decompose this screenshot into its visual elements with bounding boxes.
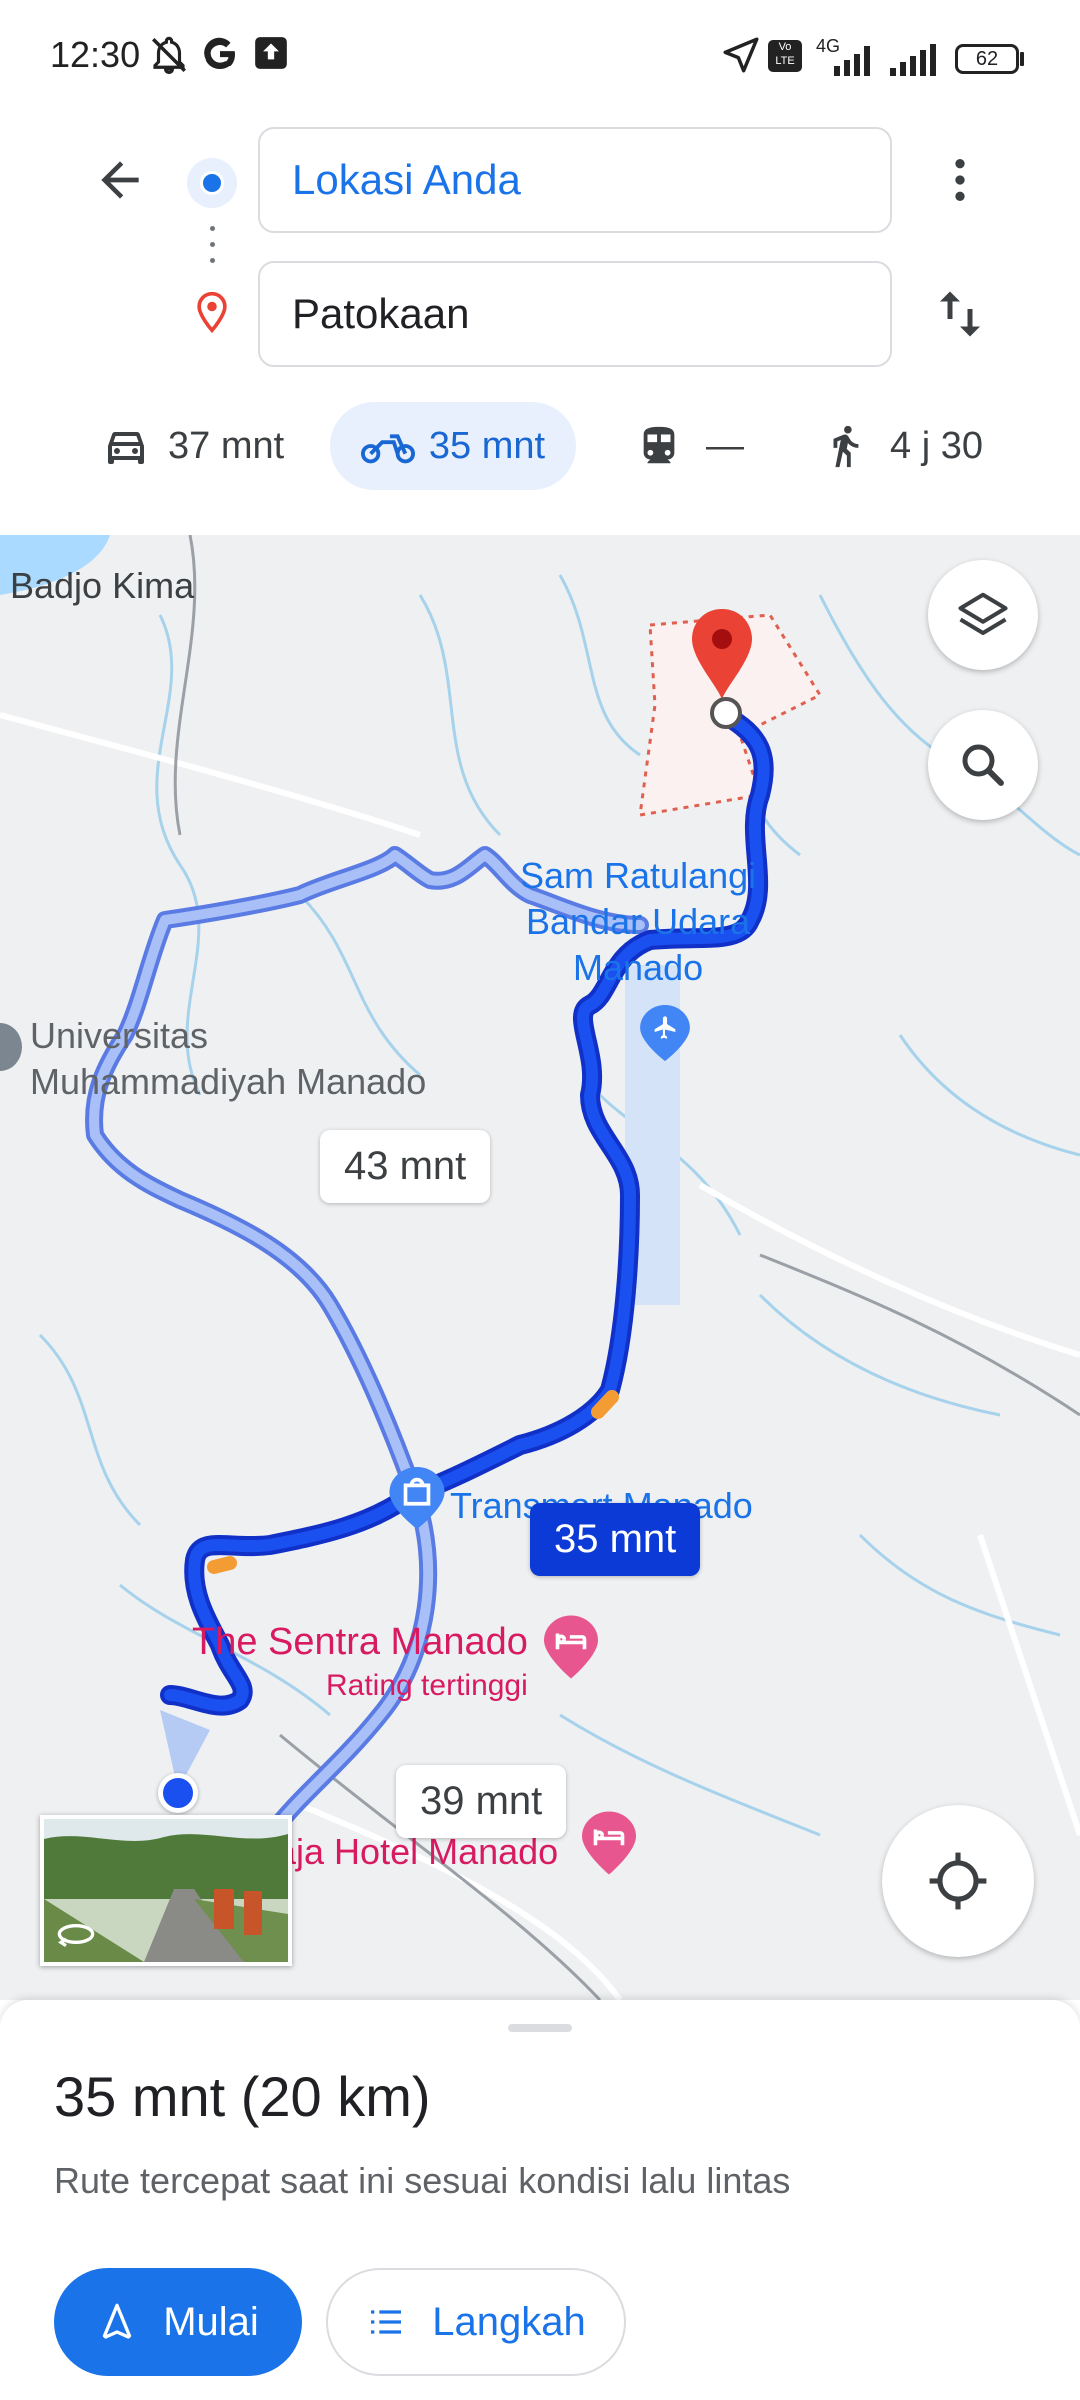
- route-time-alt1[interactable]: 43 mnt: [320, 1130, 491, 1203]
- label-badjo-kima: Badjo Kima: [10, 565, 195, 606]
- status-time: 12:30: [50, 34, 141, 75]
- list-icon: [371, 2310, 402, 2334]
- google-g-icon: [204, 37, 235, 70]
- drag-handle[interactable]: [508, 2024, 572, 2032]
- car-icon: [108, 432, 144, 464]
- label-sentra-sub: Rating tertinggi: [326, 1669, 528, 1702]
- shopping-icon[interactable]: [389, 1467, 445, 1529]
- route-note: Rute tercepat saat ini sesuai kondisi la…: [54, 2160, 791, 2201]
- motorcycle-icon: [360, 434, 415, 464]
- volte-badge: Vo LTE: [768, 40, 802, 72]
- navigation-icon: [103, 2303, 132, 2339]
- mode-motorcycle-time: 35 mnt: [428, 424, 546, 467]
- mode-transit[interactable]: —: [618, 402, 762, 490]
- layers-icon: [958, 592, 1008, 636]
- label-airport: Sam Ratulangi Bandar Udara Manado: [520, 855, 757, 988]
- layers-button[interactable]: [928, 560, 1038, 670]
- route-summary-sheet[interactable]: 35 mnt (20 km) Rute tercepat saat ini se…: [0, 2000, 1080, 2400]
- mode-walk-time: 4 j 30: [890, 424, 983, 467]
- upload-icon: [255, 37, 287, 69]
- search-icon: [962, 744, 1004, 786]
- route-time-alt2[interactable]: 39 mnt: [396, 1765, 567, 1838]
- route-summary: 35 mnt (20 km): [54, 2065, 431, 2128]
- train-icon: [643, 426, 675, 464]
- connector-dot: [210, 242, 215, 247]
- directions-header: Lokasi Anda Patokaan 37 mnt 35 mnt — 4 j…: [0, 100, 1080, 535]
- label-sentra: The Sentra Manado: [192, 1621, 528, 1663]
- hotel-icon[interactable]: [544, 1615, 598, 1679]
- search-button[interactable]: [928, 710, 1038, 820]
- mode-transit-time: —: [706, 424, 744, 467]
- mode-motorcycle[interactable]: 35 mnt: [330, 402, 576, 490]
- destination-field[interactable]: Patokaan: [258, 261, 892, 367]
- swap-icon[interactable]: [930, 284, 990, 344]
- street-view-thumbnail[interactable]: [40, 1815, 292, 1966]
- origin-field[interactable]: Lokasi Anda: [258, 127, 892, 233]
- airport-icon[interactable]: [640, 1005, 690, 1061]
- battery-indicator: 62: [955, 44, 1019, 74]
- destination-pin-icon: [197, 291, 227, 334]
- bell-off-icon: [152, 36, 186, 75]
- location-arrow-icon: [723, 37, 759, 73]
- status-bar: 12:30 Vo LTE 4G 62: [0, 0, 1080, 100]
- label-university: Universitas Muhammadiyah Manado: [30, 1015, 427, 1102]
- crosshair-icon: [929, 1852, 987, 1910]
- destination-point: [710, 697, 742, 729]
- start-label: Mulai: [163, 2299, 259, 2344]
- connector-dot: [210, 226, 215, 231]
- map-view[interactable]: Badjo Kima Sam Ratulangi Bandar Udara Ma…: [0, 535, 1080, 2000]
- rotate-360-icon: [57, 1924, 95, 1948]
- mode-car[interactable]: 37 mnt: [84, 402, 302, 490]
- destination-marker-icon[interactable]: [686, 605, 758, 705]
- recenter-button[interactable]: [882, 1805, 1034, 1957]
- steps-label: Langkah: [432, 2299, 586, 2344]
- start-button[interactable]: Mulai: [54, 2268, 302, 2376]
- walk-icon: [833, 425, 859, 468]
- route-time-main[interactable]: 35 mnt: [530, 1503, 701, 1576]
- my-location-dot: [158, 1773, 198, 1813]
- signal-icon: [834, 46, 870, 76]
- battery-tip: [1020, 52, 1024, 66]
- connector-dot: [210, 258, 215, 263]
- origin-dot-icon: [187, 158, 237, 208]
- mode-walk[interactable]: 4 j 30: [804, 402, 1001, 490]
- steps-button[interactable]: Langkah: [326, 2268, 626, 2376]
- hotel-icon-2[interactable]: [582, 1811, 636, 1875]
- back-arrow-icon[interactable]: [92, 152, 148, 208]
- more-options-icon[interactable]: [932, 152, 988, 208]
- mode-car-time: 37 mnt: [168, 424, 285, 467]
- signal-icon-2: [890, 44, 936, 76]
